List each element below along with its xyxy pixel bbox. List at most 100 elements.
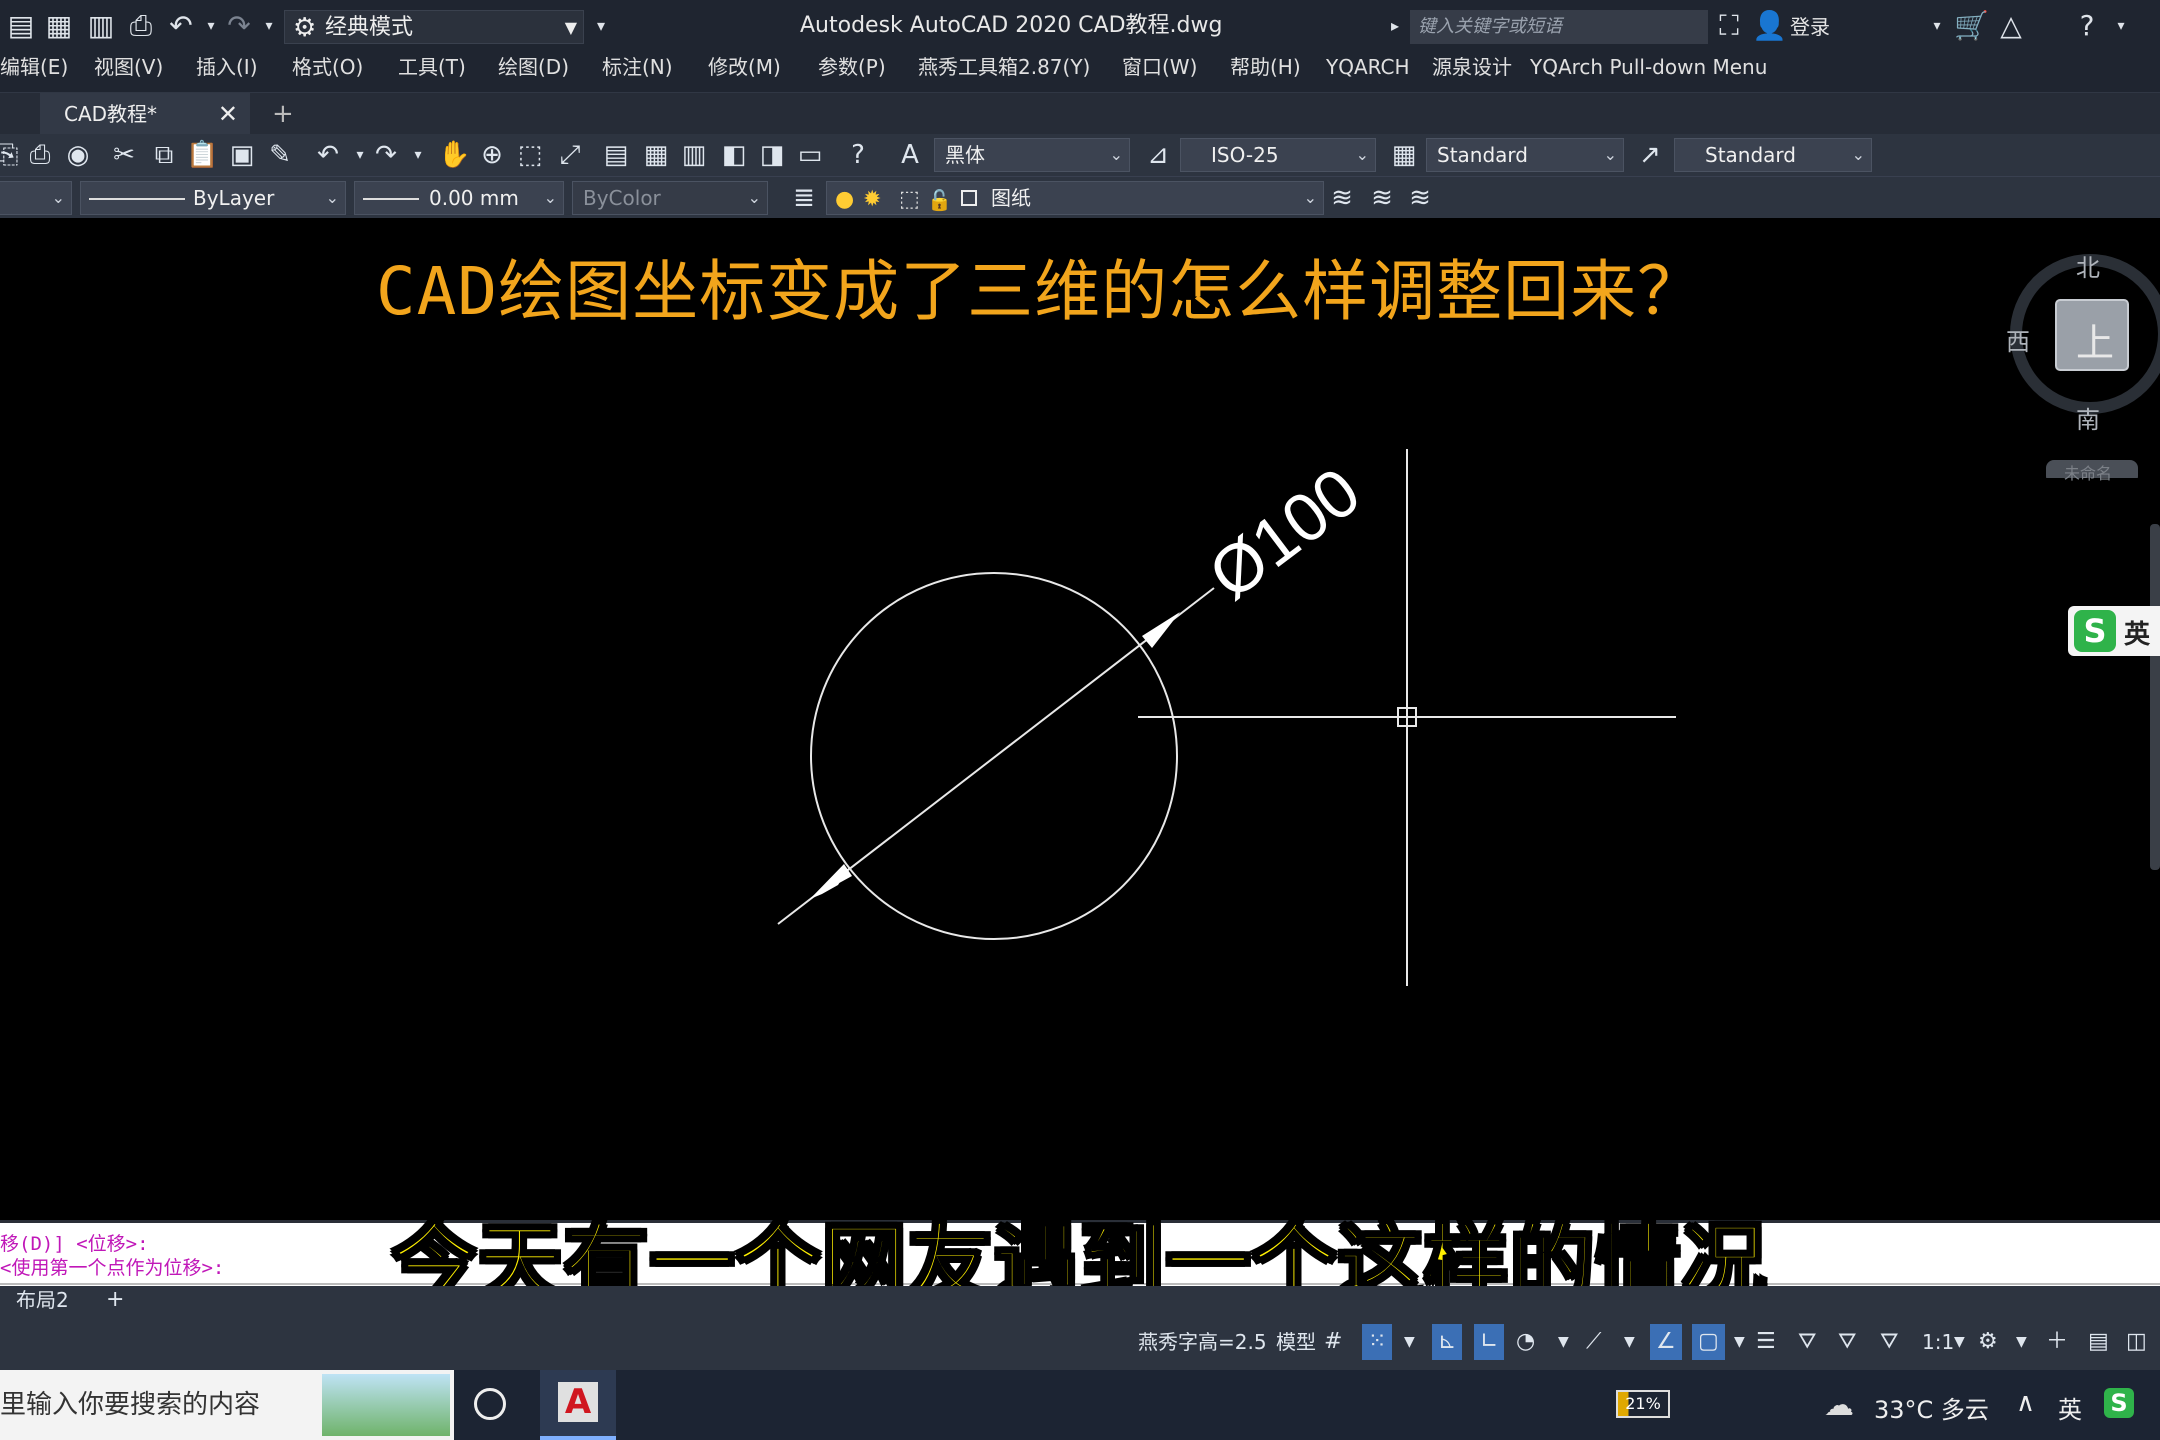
markup-icon[interactable]: ◨ bbox=[756, 139, 788, 171]
export-icon[interactable]: ▥ bbox=[84, 9, 118, 43]
menu-view[interactable]: 视图(V) bbox=[94, 52, 163, 82]
layer-select[interactable]: ● ✹ ⬚ 🔓 图纸 ⌄ bbox=[826, 181, 1324, 215]
redo-icon-toolbar[interactable]: ↷ bbox=[370, 139, 402, 171]
annotation-scale-value[interactable]: 1:1 bbox=[1922, 1324, 1954, 1360]
save-as-icon[interactable]: ▦ bbox=[42, 9, 76, 43]
annotation-scale-icon[interactable]: ⛛ bbox=[1880, 1324, 1898, 1360]
task-view-icon[interactable] bbox=[474, 1388, 506, 1420]
dimension-style-select[interactable]: ISO-25 ⌄ bbox=[1180, 138, 1376, 172]
viewcube-west[interactable]: 西 bbox=[2006, 322, 2030, 357]
menu-yqarch-pulldown[interactable]: YQArch Pull-down Menu bbox=[1530, 52, 1767, 82]
wcs-menu[interactable]: 未命名 bbox=[2064, 460, 2112, 484]
help-icon[interactable]: ? bbox=[2070, 9, 2104, 43]
undo-icon-toolbar[interactable]: ↶ bbox=[312, 139, 344, 171]
save-icon[interactable]: ▤ bbox=[4, 9, 38, 43]
tray-ime-label[interactable]: 英 bbox=[2058, 1390, 2082, 1425]
cart-icon[interactable]: 🛒 bbox=[1954, 9, 1989, 43]
multileader-style-select[interactable]: Standard ⌄ bbox=[1674, 138, 1872, 172]
grid-icon[interactable]: # bbox=[1324, 1324, 1342, 1360]
match-properties-icon[interactable]: ▣ bbox=[226, 139, 258, 171]
zoom-previous-icon[interactable]: ⤢ bbox=[554, 139, 586, 171]
layout-tab-2[interactable]: 布局2 bbox=[16, 1286, 69, 1314]
pan-icon[interactable]: ✋ bbox=[438, 139, 470, 171]
new-tab-button[interactable]: + bbox=[272, 93, 294, 135]
lineweight-toggle-icon[interactable]: ☰ bbox=[1756, 1324, 1776, 1360]
menu-format[interactable]: 格式(O) bbox=[292, 52, 363, 82]
menu-yuanquan[interactable]: 源泉设计 bbox=[1432, 52, 1512, 82]
polar-tracking-icon[interactable]: ◔ bbox=[1516, 1324, 1535, 1360]
workspace-switcher[interactable]: ⚙ 经典模式 ▼ bbox=[284, 10, 584, 44]
menu-insert[interactable]: 插入(I) bbox=[196, 52, 258, 82]
properties-icon[interactable]: ▤ bbox=[600, 139, 632, 171]
viewcube[interactable]: 北 南 西 上 未命名 bbox=[2006, 248, 2160, 483]
calculator-icon[interactable]: ▭ bbox=[794, 139, 826, 171]
redo-dropdown-icon[interactable]: ▾ bbox=[252, 9, 286, 43]
object-snap-tracking-icon[interactable]: ∠ bbox=[1650, 1324, 1682, 1360]
print-icon[interactable]: ⎙ bbox=[124, 9, 158, 43]
undo-icon[interactable]: ↶ bbox=[164, 9, 198, 43]
linetype-select[interactable]: ByLayer ⌄ bbox=[80, 181, 346, 215]
color-select[interactable]: ⌄ bbox=[0, 181, 72, 215]
menu-window[interactable]: 窗口(W) bbox=[1122, 52, 1197, 82]
add-layout-button[interactable]: + bbox=[106, 1286, 124, 1314]
model-space-button[interactable]: 模型 bbox=[1276, 1324, 1316, 1360]
cut-icon[interactable]: ✂ bbox=[108, 139, 140, 171]
ortho-icon[interactable]: ∟ bbox=[1474, 1324, 1505, 1360]
scale-dropdown-icon[interactable]: ▼ bbox=[1954, 1324, 1965, 1360]
isodraft-icon[interactable]: ⟋ bbox=[1586, 1324, 1601, 1360]
menu-yqarch[interactable]: YQARCH bbox=[1326, 52, 1410, 82]
auto-scale-icon[interactable]: ⛛ bbox=[1838, 1324, 1856, 1360]
object-snap-icon[interactable]: ▢ bbox=[1692, 1324, 1725, 1360]
customization-icon[interactable]: ◫ bbox=[2126, 1324, 2147, 1360]
text-style-select[interactable]: 黑体 ⌄ bbox=[934, 138, 1130, 172]
snap-icon[interactable]: ⁙ bbox=[1362, 1324, 1393, 1360]
login-dropdown-icon[interactable]: ▾ bbox=[1920, 9, 1954, 43]
layer-states-icon[interactable]: ≋ bbox=[1404, 182, 1436, 214]
a360-icon[interactable]: △ bbox=[1994, 9, 2028, 43]
sheet-set-icon[interactable]: ◧ bbox=[718, 139, 750, 171]
menu-parametric[interactable]: 参数(P) bbox=[818, 52, 886, 82]
multileader-style-icon[interactable]: ↗ bbox=[1634, 139, 1666, 171]
battery-indicator[interactable]: 21% bbox=[1616, 1390, 1670, 1418]
help-dropdown-icon[interactable]: ▾ bbox=[2104, 9, 2138, 43]
zoom-realtime-icon[interactable]: ⊕ bbox=[476, 139, 508, 171]
menu-dimension[interactable]: 标注(N) bbox=[602, 52, 673, 82]
copy-icon[interactable]: ⧉ bbox=[148, 139, 180, 171]
navigation-bar[interactable] bbox=[2150, 524, 2160, 870]
annotation-visibility-icon[interactable]: ⛛ bbox=[1798, 1324, 1816, 1360]
3d-dwf-icon[interactable]: ◉ bbox=[62, 139, 94, 171]
publish-icon[interactable]: ⎘ bbox=[0, 139, 24, 171]
workspace-gear-icon[interactable]: ⚙ bbox=[1978, 1324, 1998, 1360]
expand-arrow-icon[interactable]: ▸ bbox=[1378, 9, 1412, 43]
help-search-input[interactable]: 键入关键字或短语 bbox=[1410, 10, 1708, 44]
weather-label[interactable]: 33°C 多云 bbox=[1874, 1390, 1989, 1425]
user-icon[interactable]: 👤 bbox=[1752, 9, 1787, 43]
login-link[interactable]: 登录 bbox=[1790, 12, 1830, 42]
osnap-dropdown-icon[interactable]: ▼ bbox=[1734, 1324, 1745, 1360]
text-height-indicator[interactable]: 燕秀字高=2.5 bbox=[1138, 1324, 1267, 1360]
quick-properties-icon[interactable]: ▤ bbox=[2088, 1324, 2109, 1360]
document-tab[interactable]: CAD教程* ✕ bbox=[40, 93, 250, 135]
ime-floating-bar[interactable]: S 英 bbox=[2068, 606, 2160, 656]
customize-quick-access-icon[interactable]: ▾ bbox=[584, 9, 618, 43]
menu-draw[interactable]: 绘图(D) bbox=[498, 52, 569, 82]
make-current-layer-icon[interactable]: ≋ bbox=[1326, 182, 1358, 214]
tray-expand-icon[interactable]: ∧ bbox=[2016, 1388, 2035, 1418]
snap-dropdown-icon[interactable]: ▼ bbox=[1404, 1324, 1415, 1360]
lineweight-select[interactable]: 0.00 mm ⌄ bbox=[354, 181, 564, 215]
annotation-monitor-icon[interactable]: ＋ bbox=[2046, 1324, 2068, 1360]
redo-list-icon[interactable]: ▾ bbox=[402, 139, 434, 171]
menu-tools[interactable]: 工具(T) bbox=[398, 52, 466, 82]
paste-icon[interactable]: 📋 bbox=[186, 139, 218, 171]
redo-icon[interactable]: ↷ bbox=[222, 9, 256, 43]
design-center-icon[interactable]: ▦ bbox=[640, 139, 672, 171]
sogou-tray-icon[interactable]: S bbox=[2104, 1388, 2134, 1418]
isodraft-dropdown-icon[interactable]: ▼ bbox=[1624, 1324, 1635, 1360]
table-style-icon[interactable]: ▦ bbox=[1388, 139, 1420, 171]
binoculars-icon[interactable]: ⛶ bbox=[1712, 9, 1746, 43]
menu-modify[interactable]: 修改(M) bbox=[708, 52, 781, 82]
infer-constraints-icon[interactable]: ⊾ bbox=[1432, 1324, 1463, 1360]
taskbar-search-box[interactable]: 里输入你要搜索的内容 bbox=[0, 1370, 454, 1440]
zoom-window-icon[interactable]: ⬚ bbox=[514, 139, 546, 171]
close-icon[interactable]: ✕ bbox=[218, 93, 238, 135]
